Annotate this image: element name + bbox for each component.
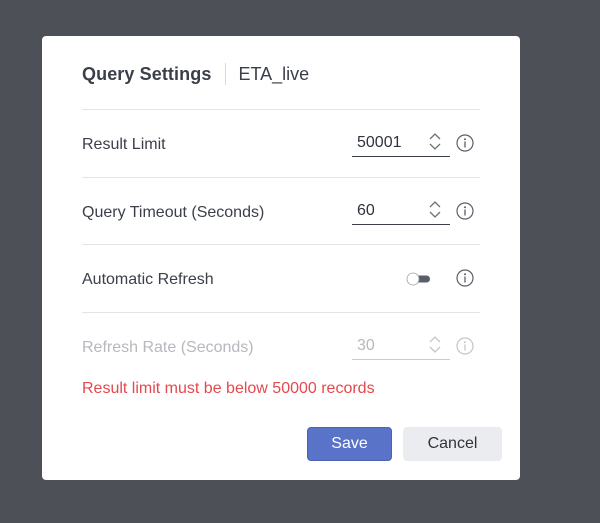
dialog-title: Query Settings: [82, 63, 212, 84]
query-timeout-row: Query Timeout (Seconds) 60: [82, 197, 480, 229]
automatic-refresh-row: Automatic Refresh: [82, 264, 480, 296]
automatic-refresh-info-icon[interactable]: [456, 269, 474, 287]
query-timeout-stepper-icon[interactable]: [428, 199, 442, 221]
refresh-rate-label: Refresh Rate (Seconds): [82, 339, 254, 356]
automatic-refresh-label: Automatic Refresh: [82, 271, 214, 288]
validation-error-message: Result limit must be below 50000 records: [82, 380, 375, 397]
query-timeout-info-icon[interactable]: [456, 202, 474, 220]
divider: [82, 177, 480, 178]
refresh-rate-value: 30: [357, 337, 375, 354]
divider: [82, 109, 480, 110]
divider: [82, 244, 480, 245]
refresh-rate-row: Refresh Rate (Seconds) 30: [82, 332, 480, 364]
refresh-rate-input: 30: [352, 334, 450, 360]
result-limit-info-icon[interactable]: [456, 134, 474, 152]
result-limit-value: 50001: [357, 134, 402, 151]
save-button[interactable]: Save: [307, 427, 392, 461]
result-limit-input[interactable]: 50001: [352, 131, 450, 157]
refresh-rate-info-icon: [456, 337, 474, 355]
dialog-header: Query Settings ETA_live: [82, 62, 309, 86]
result-limit-stepper-icon[interactable]: [428, 131, 442, 153]
header-divider: [225, 63, 227, 85]
query-timeout-input[interactable]: 60: [352, 199, 450, 225]
result-limit-row: Result Limit 50001: [82, 129, 480, 161]
refresh-rate-stepper-icon: [428, 334, 442, 356]
dialog-subtitle: ETA_live: [238, 63, 310, 84]
query-settings-dialog: Query Settings ETA_live Result Limit 500…: [42, 36, 520, 480]
divider: [82, 312, 480, 313]
query-timeout-value: 60: [357, 202, 375, 219]
result-limit-label: Result Limit: [82, 136, 166, 153]
cancel-button[interactable]: Cancel: [403, 427, 502, 461]
automatic-refresh-toggle[interactable]: [406, 272, 432, 286]
query-timeout-label: Query Timeout (Seconds): [82, 204, 265, 221]
